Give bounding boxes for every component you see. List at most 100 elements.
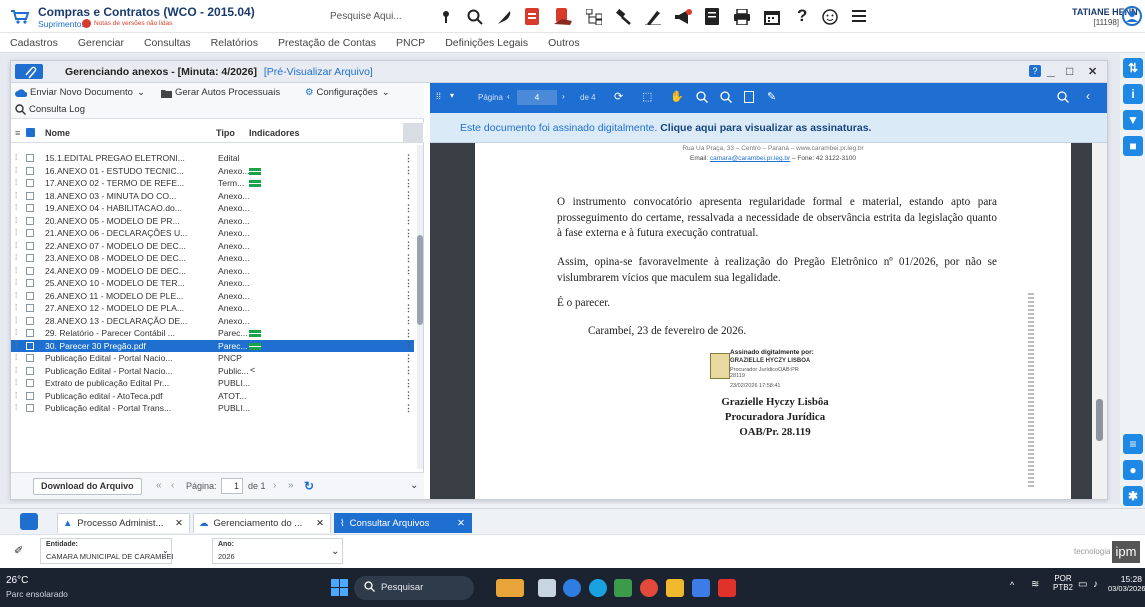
drag-handle-icon[interactable]: ⁞ xyxy=(15,329,19,337)
folder-icon[interactable] xyxy=(666,579,684,597)
drag-handle-icon[interactable]: ⁞ xyxy=(15,354,19,362)
row-checkbox[interactable] xyxy=(26,391,34,400)
file-row[interactable]: ⁞ 29. Relatório - Parecer Contábil ... Par… xyxy=(11,327,414,340)
viewer-page-input[interactable]: 4 xyxy=(517,90,557,105)
users-icon[interactable]: ● xyxy=(1123,460,1143,480)
row-menu-icon[interactable]: ≡ xyxy=(15,128,20,138)
pin-icon[interactable]: ✐ xyxy=(14,544,23,557)
file-row[interactable]: ⁞ Extrato de publicação Edital Pr... PUBLI… xyxy=(11,377,414,390)
store-icon[interactable] xyxy=(692,579,710,597)
drag-handle-icon[interactable]: ⁞ xyxy=(15,279,19,287)
signature-icon[interactable] xyxy=(645,9,661,25)
pdf-reader-icon[interactable] xyxy=(718,579,736,597)
file-row[interactable]: ⁞ Publicação Edital - Portal Nacio... Publ… xyxy=(11,365,414,378)
search-icon[interactable] xyxy=(467,9,483,25)
chart-icon[interactable]: ⇅ xyxy=(1123,58,1143,78)
tab-processo-administrativo[interactable]: ▲ Processo Administ... ✕ xyxy=(57,513,190,533)
drag-handle-icon[interactable]: ⁞ xyxy=(15,379,19,387)
doc-email-link[interactable]: camara@carambei.pr.leg.br xyxy=(710,155,790,162)
fit-page-icon[interactable] xyxy=(744,91,754,103)
app-subtitle[interactable]: Suprimentos xyxy=(38,19,86,29)
news-widget-icon[interactable] xyxy=(496,579,524,597)
drag-handle-icon[interactable]: ⁞ xyxy=(15,291,19,300)
table-icon[interactable]: ≡ xyxy=(1123,434,1143,454)
close-icon[interactable]: ✕ xyxy=(175,518,183,529)
row-options-icon[interactable]: ⋮ xyxy=(404,403,413,414)
file-row[interactable]: ⁞ 22.ANEXO 07 - MODELO DE DEC... Anexo... ⋮ xyxy=(11,240,414,253)
row-checkbox[interactable] xyxy=(26,404,34,413)
menu-definicoes-legais[interactable]: Definições Legais xyxy=(445,37,528,49)
modal-minimize-button[interactable]: _ xyxy=(1047,62,1055,78)
row-options-icon[interactable]: ⋮ xyxy=(404,278,413,289)
drag-handle-icon[interactable]: ⁞ xyxy=(15,391,19,400)
browser-icon[interactable] xyxy=(589,579,607,597)
row-options-icon[interactable]: ⋮ xyxy=(404,253,413,264)
file-row[interactable]: ⁞ 30. Parecer 30 Pregão.pdf Parec... ⋮ xyxy=(11,339,414,352)
calculator-icon[interactable] xyxy=(614,579,632,597)
taskbar-search-input[interactable]: Pesquisar xyxy=(354,576,474,600)
drag-handle-icon[interactable]: ⁞ xyxy=(15,366,19,375)
file-row[interactable]: ⁞ 28.ANEXO 13 - DECLARAÇÃO DE... Anexo... ⋮ xyxy=(11,315,414,328)
refresh-icon[interactable]: ↻ xyxy=(304,479,314,493)
help-icon[interactable]: ? xyxy=(797,6,807,26)
file-row[interactable]: ⁞ 20.ANEXO 05 - MODELO DE PR... Anexo... ⋮ xyxy=(11,215,414,228)
network-icon[interactable]: ≋ xyxy=(1031,579,1039,590)
row-checkbox[interactable] xyxy=(26,229,34,238)
viewer-scrollbar-thumb[interactable] xyxy=(1096,399,1103,441)
drag-handle-icon[interactable]: ⁞ xyxy=(15,241,19,250)
close-icon[interactable]: ✕ xyxy=(457,518,465,529)
feather-icon[interactable] xyxy=(496,9,512,25)
rotate-icon[interactable]: ⟳ xyxy=(614,90,623,103)
row-options-icon[interactable]: ⋮ xyxy=(404,190,413,201)
close-icon[interactable]: ✕ xyxy=(316,518,324,529)
row-checkbox[interactable] xyxy=(26,166,34,175)
row-checkbox[interactable] xyxy=(26,379,34,388)
file-row[interactable]: ⁞ 15.1.EDITAL PREGAO ELETRONI... Edital ⋮ xyxy=(11,152,414,165)
drag-handle-icon[interactable]: ⁞ xyxy=(15,191,19,200)
collapse-icon[interactable]: ‹ xyxy=(1086,89,1090,103)
weather-temp[interactable]: 26°C xyxy=(6,575,28,586)
file-row[interactable]: ⁞ 26.ANEXO 11 - MODELO DE PLE... Anexo... ⋮ xyxy=(11,290,414,303)
file-row[interactable]: ⁞ 17.ANEXO 02 - TERMO DE REFE... Term... ⋮ xyxy=(11,177,414,190)
file-row[interactable]: ⁞ 16.ANEXO 01 - ESTUDO TECNIC... Anexo... ⋮ xyxy=(11,165,414,178)
row-options-icon[interactable]: ⋮ xyxy=(404,153,413,164)
tab-consultar-arquivos[interactable]: ⌇ Consultar Arquivos ✕ xyxy=(334,513,472,533)
filter-icon[interactable]: ▼ xyxy=(1123,110,1143,130)
calendar-icon[interactable] xyxy=(764,9,780,25)
row-options-icon[interactable]: ⋮ xyxy=(404,328,413,339)
viewer-prev-page-button[interactable]: ‹ xyxy=(507,92,510,101)
row-checkbox[interactable] xyxy=(26,204,34,213)
select-all-checkbox[interactable] xyxy=(26,128,35,137)
user-name[interactable]: TATIANE HENN xyxy=(1072,7,1138,17)
pin-icon[interactable] xyxy=(441,10,451,24)
drag-handle-icon[interactable]: ⁞ xyxy=(15,404,19,412)
notes-badge-icon[interactable] xyxy=(82,19,91,28)
row-options-icon[interactable]: ⋮ xyxy=(404,265,413,276)
viewer-scrollbar[interactable] xyxy=(1092,143,1107,499)
menu-relatorios[interactable]: Relatórios xyxy=(211,37,258,49)
row-options-icon[interactable]: ⋮ xyxy=(404,240,413,251)
global-search-input[interactable]: Pesquise Aqui... xyxy=(330,11,402,22)
column-options-button[interactable] xyxy=(403,123,423,142)
files-scrollbar[interactable] xyxy=(417,145,423,469)
download-file-button[interactable]: Download do Arquivo xyxy=(33,478,142,495)
row-options-icon[interactable]: ⋮ xyxy=(404,165,413,176)
notes-badge-text[interactable]: Notas de versões não lidas xyxy=(94,20,172,27)
viewer-search-icon[interactable] xyxy=(1057,91,1069,103)
row-options-icon[interactable]: ⋮ xyxy=(404,228,413,239)
column-name-header[interactable]: Nome xyxy=(45,128,70,138)
row-checkbox[interactable] xyxy=(26,329,34,338)
settings-icon[interactable]: ✱ xyxy=(1123,486,1143,506)
weather-desc[interactable]: Parc ensolarado xyxy=(6,589,68,599)
row-checkbox[interactable] xyxy=(26,316,34,325)
file-row[interactable]: ⁞ 27.ANEXO 12 - MODELO DE PLA... Anexo... ⋮ xyxy=(11,302,414,315)
tray-chevron-up-icon[interactable]: ^ xyxy=(1010,580,1014,590)
generate-autos-button[interactable]: Gerar Autos Processuais xyxy=(161,87,280,98)
clock[interactable]: 15:28 03/03/2026 xyxy=(1108,574,1145,593)
sidebar-toggle-icon[interactable]: ⁞⁞ xyxy=(436,91,441,101)
megaphone-icon[interactable] xyxy=(674,9,692,25)
column-indicators-header[interactable]: Indicadores xyxy=(249,128,300,138)
row-options-icon[interactable]: ⋮ xyxy=(404,353,413,364)
page-number-input[interactable]: 1 xyxy=(221,478,243,494)
drag-handle-icon[interactable]: ⁞ xyxy=(15,254,19,262)
